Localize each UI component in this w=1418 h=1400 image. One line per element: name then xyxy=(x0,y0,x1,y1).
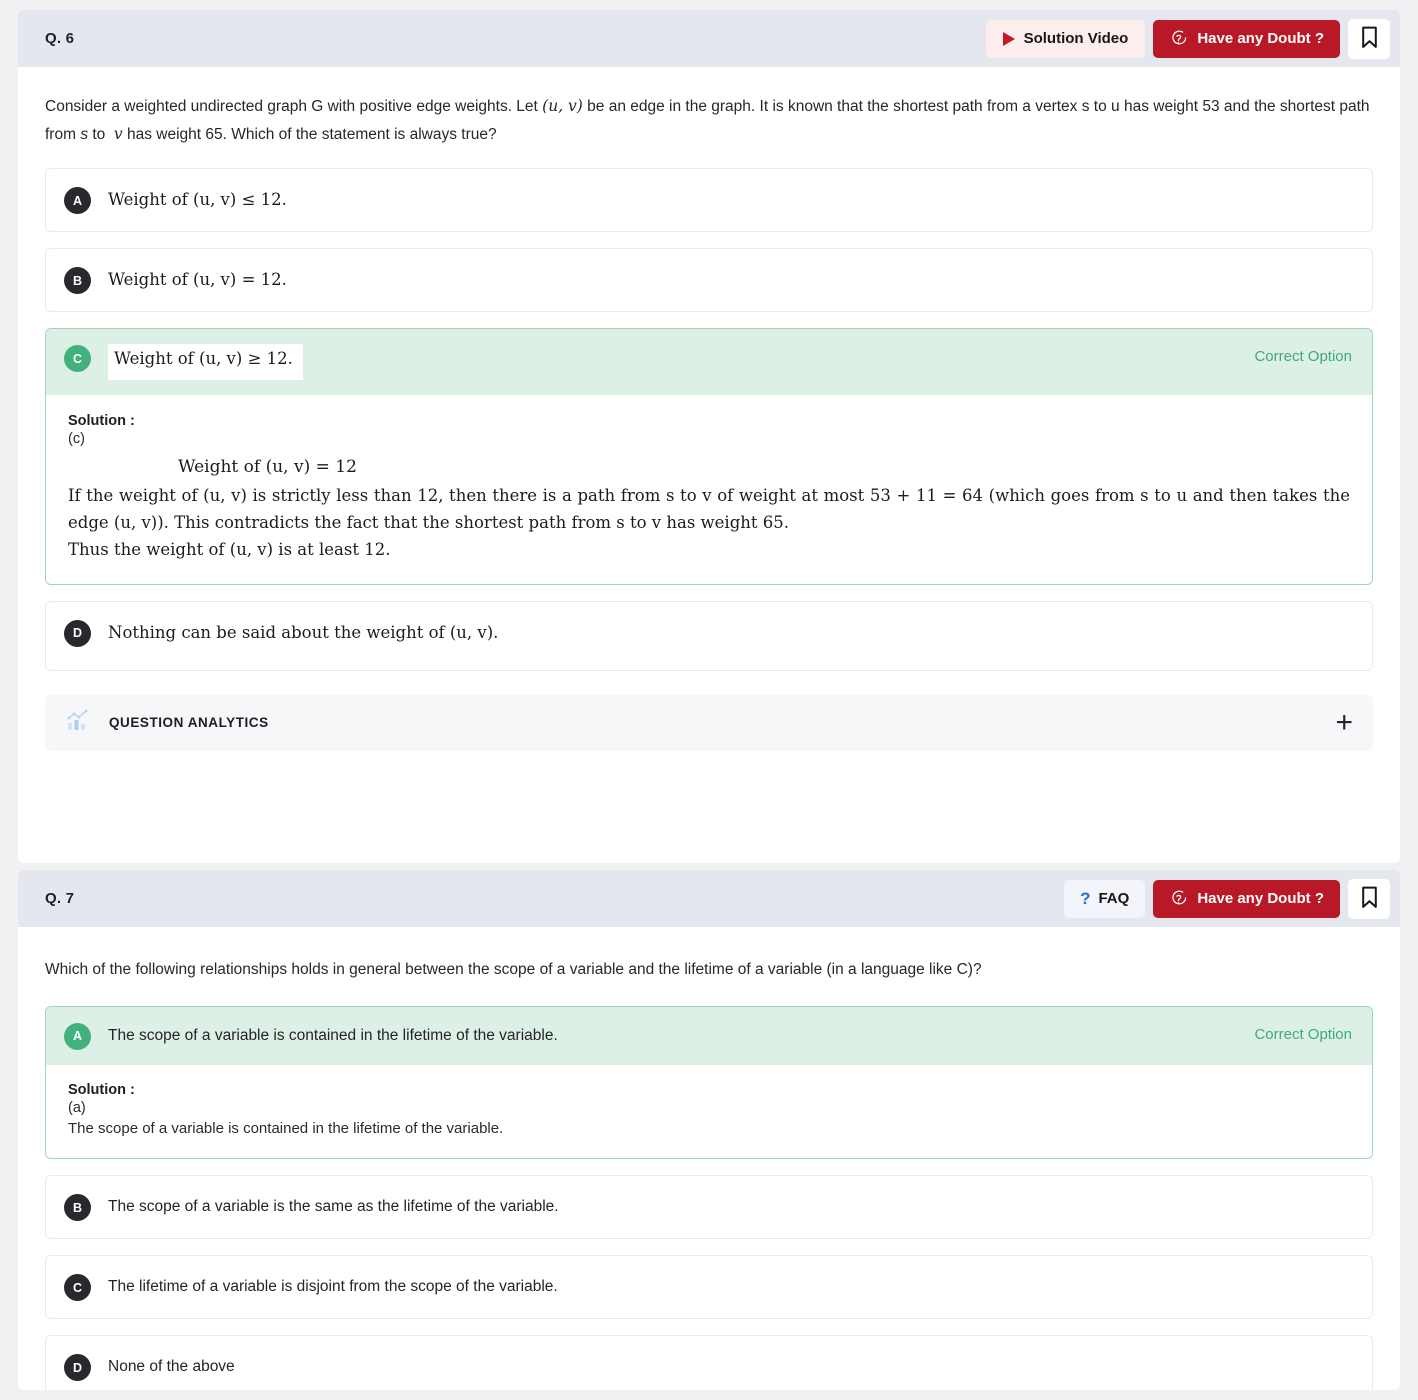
option-row-d[interactable]: D Nothing can be said about the weight o… xyxy=(45,600,1373,671)
prompt-part-3: to xyxy=(88,125,110,143)
question-card-6: Q. 6 Solution Video Have any Doubt ? Con… xyxy=(18,10,1400,863)
option-text-d: None of the above xyxy=(108,1358,235,1376)
chat-question-icon xyxy=(1169,28,1188,50)
option-badge-b: B xyxy=(64,1194,91,1222)
faq-button[interactable]: ? FAQ xyxy=(1064,879,1146,918)
option-row-b[interactable]: B The scope of a variable is the same as… xyxy=(45,1175,1373,1240)
option-correct-block-c: C Weight of (u, v) ≥ 12. Correct Option … xyxy=(45,328,1373,585)
option-text-b: The scope of a variable is the same as t… xyxy=(108,1198,559,1216)
chat-question-icon xyxy=(1169,888,1188,910)
exam-question-page: Q. 6 Solution Video Have any Doubt ? Con… xyxy=(0,0,1418,1400)
bookmark-icon xyxy=(1361,26,1378,52)
have-any-doubt-label: Have any Doubt ? xyxy=(1197,890,1324,907)
option-row-a[interactable]: A The scope of a variable is contained i… xyxy=(46,1006,1372,1065)
solution-answer-key: (a) xyxy=(68,1099,86,1116)
solution-answer-key: (c) xyxy=(68,431,85,448)
prompt-part-1: Consider a weighted undirected graph G w… xyxy=(45,98,543,115)
question-number-label: Q. 6 xyxy=(45,30,75,47)
prompt-math-uv: (u, v) xyxy=(542,97,583,115)
bar-chart-icon xyxy=(65,707,91,738)
option-text-b: Weight of (u, v) = 12. xyxy=(108,270,287,290)
bookmark-button[interactable] xyxy=(1348,878,1390,919)
solution-block-6: Solution : (c) Weight of (u, v) = 12 If … xyxy=(46,395,1372,584)
option-badge-b: B xyxy=(64,267,91,295)
solution-paragraph-1: The scope of a variable is contained in … xyxy=(68,1119,504,1137)
option-row-a[interactable]: A Weight of (u, v) ≤ 12. xyxy=(45,168,1373,233)
have-any-doubt-button[interactable]: Have any Doubt ? xyxy=(1153,19,1340,58)
have-any-doubt-button[interactable]: Have any Doubt ? xyxy=(1153,879,1340,918)
solution-video-label: Solution Video xyxy=(1023,30,1129,47)
option-row-b[interactable]: B Weight of (u, v) = 12. xyxy=(45,248,1373,313)
solution-title: Solution : xyxy=(68,1081,135,1098)
question-card-7: Q. 7 ? FAQ Have any Doubt ? Which of the… xyxy=(18,870,1400,1390)
option-badge-a: A xyxy=(64,187,91,215)
bookmark-button[interactable] xyxy=(1348,18,1390,59)
question-header-actions: ? FAQ Have any Doubt ? xyxy=(1064,878,1390,919)
solution-video-button[interactable]: Solution Video xyxy=(985,19,1146,58)
question-prompt-6: Consider a weighted undirected graph G w… xyxy=(45,93,1373,148)
option-row-d[interactable]: D None of the above xyxy=(45,1335,1373,1390)
solution-title: Solution : xyxy=(68,413,135,430)
question-body-6: Consider a weighted undirected graph G w… xyxy=(18,67,1400,751)
option-text-d: Nothing can be said about the weight of … xyxy=(108,622,499,642)
option-badge-a: A xyxy=(64,1022,91,1050)
question-header-7: Q. 7 ? FAQ Have any Doubt ? xyxy=(18,870,1400,927)
question-prompt-7: Which of the following relationships hol… xyxy=(45,961,982,978)
solution-formula: Weight of (u, v) = 12 xyxy=(178,457,357,478)
option-correct-block-a: A The scope of a variable is contained i… xyxy=(45,1005,1373,1160)
expand-analytics-button[interactable]: + xyxy=(1335,707,1353,738)
correct-option-tag-c: Correct Option xyxy=(1254,348,1352,366)
bookmark-icon xyxy=(1361,886,1378,912)
question-mark-icon: ? xyxy=(1080,889,1091,908)
question-header-6: Q. 6 Solution Video Have any Doubt ? xyxy=(18,10,1400,67)
correct-option-tag-a: Correct Option xyxy=(1254,1025,1352,1043)
option-badge-d: D xyxy=(64,619,91,647)
question-analytics-bar[interactable]: QUESTION ANALYTICS + xyxy=(45,694,1373,751)
option-row-c[interactable]: C Weight of (u, v) ≥ 12. Correct Option xyxy=(46,329,1372,396)
option-badge-c: C xyxy=(64,345,91,373)
have-any-doubt-label: Have any Doubt ? xyxy=(1197,30,1324,47)
question-number-label: Q. 7 xyxy=(45,890,75,907)
prompt-math-v: v xyxy=(113,124,123,143)
solution-block-7: Solution : (a) The scope of a variable i… xyxy=(46,1064,1372,1159)
question-body-7: Which of the following relationships hol… xyxy=(18,927,1400,1390)
option-badge-d: D xyxy=(64,1354,91,1382)
prompt-part-4: has weight 65. Which of the statement is… xyxy=(122,125,497,143)
option-text-c: Weight of (u, v) ≥ 12. xyxy=(108,344,303,381)
option-badge-c: C xyxy=(64,1274,91,1302)
faq-label: FAQ xyxy=(1098,890,1130,907)
option-row-c[interactable]: C The lifetime of a variable is disjoint… xyxy=(45,1255,1373,1320)
prompt-math-s: s xyxy=(80,125,89,143)
option-text-a: Weight of (u, v) ≤ 12. xyxy=(108,190,287,210)
option-text-a: The scope of a variable is contained in … xyxy=(108,1026,558,1044)
question-analytics-label: QUESTION ANALYTICS xyxy=(109,715,269,731)
option-text-c: The lifetime of a variable is disjoint f… xyxy=(108,1278,558,1296)
question-header-actions: Solution Video Have any Doubt ? xyxy=(985,18,1390,59)
solution-paragraph-1: If the weight of (u, v) is strictly less… xyxy=(68,486,1350,532)
solution-paragraph-2: Thus the weight of (u, v) is at least 12… xyxy=(68,539,391,559)
play-icon xyxy=(1002,31,1015,46)
